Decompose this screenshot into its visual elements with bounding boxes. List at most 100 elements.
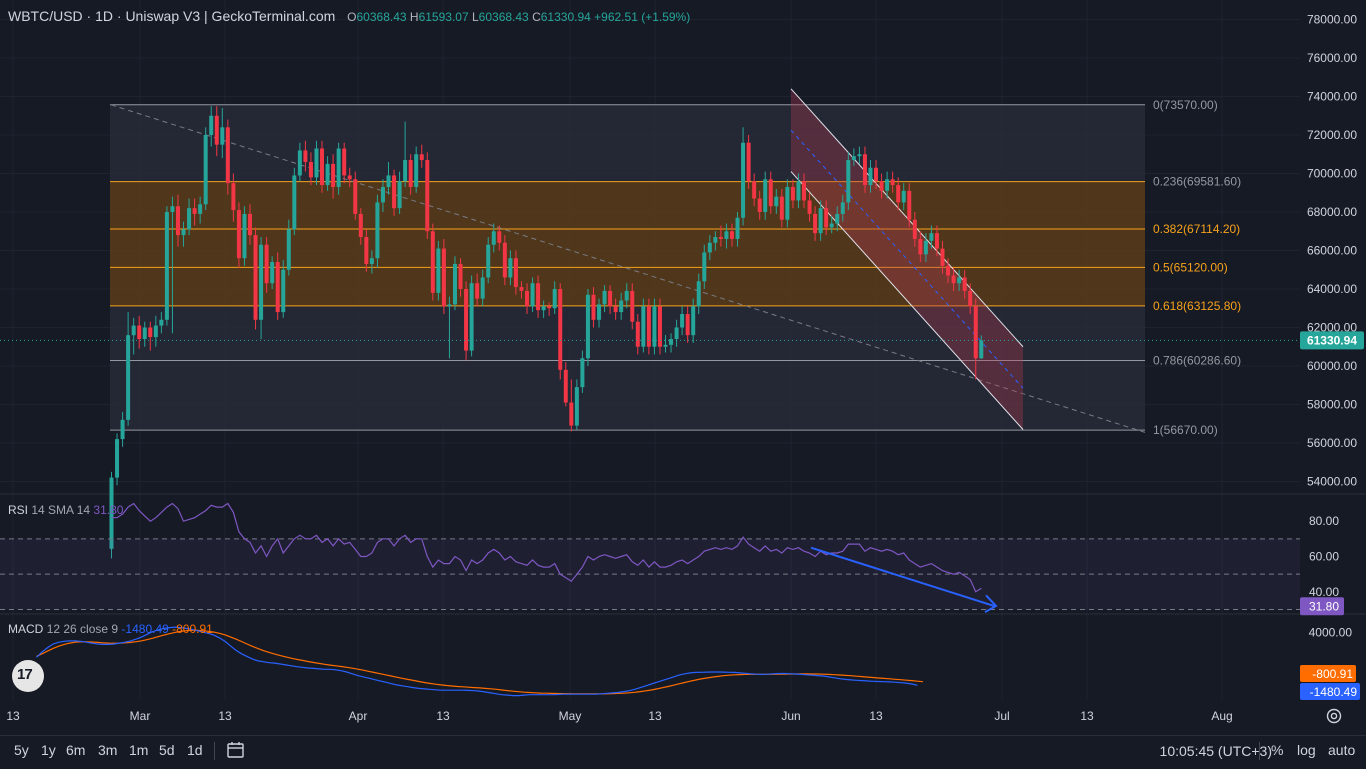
candle-body bbox=[358, 213, 363, 238]
candle-body bbox=[962, 277, 967, 291]
price-axis-label: 58000.00 bbox=[1307, 397, 1357, 411]
candle-body bbox=[187, 208, 192, 230]
candle-body bbox=[292, 175, 297, 230]
candle-body bbox=[464, 288, 469, 351]
fib-level-label: 0.618(63125.80) bbox=[1153, 299, 1241, 313]
candle-body bbox=[275, 262, 280, 313]
candle-body bbox=[619, 300, 624, 313]
log-scale-button[interactable]: log bbox=[1297, 742, 1316, 758]
bottom-toolbar: 5y 1y 6m 3m 1m 5d 1d 10:05:45 (UTC+3) % … bbox=[0, 735, 1366, 769]
candle-body bbox=[220, 127, 225, 145]
high-label: H bbox=[409, 10, 419, 24]
candle-body bbox=[569, 402, 574, 426]
rsi-legend[interactable]: RSI 14 SMA 14 31.80 bbox=[8, 503, 123, 517]
range-1y-button[interactable]: 1y bbox=[41, 742, 56, 758]
candle-body bbox=[264, 244, 269, 284]
candle-body bbox=[236, 210, 241, 259]
candle-body bbox=[846, 160, 851, 203]
clock-readout[interactable]: 10:05:45 (UTC+3) bbox=[1160, 743, 1272, 759]
candle-body bbox=[807, 200, 812, 214]
range-5y-button[interactable]: 5y bbox=[14, 742, 29, 758]
time-axis-label: 13 bbox=[869, 709, 883, 723]
percent-scale-button[interactable]: % bbox=[1271, 742, 1283, 758]
price-axis-label: 74000.00 bbox=[1307, 90, 1357, 104]
candle-body bbox=[757, 198, 762, 213]
price-axis-label: 64000.00 bbox=[1307, 282, 1357, 296]
macd-legend[interactable]: MACD 12 26 close 9 -1480.49 -800.91 bbox=[8, 622, 213, 636]
fib-level-label: 0.236(69581.60) bbox=[1153, 175, 1241, 189]
candle-body bbox=[802, 181, 806, 201]
last-price-label: 61330.94 bbox=[1307, 333, 1357, 347]
time-axis-label: 13 bbox=[436, 709, 450, 723]
auto-scale-button[interactable]: auto bbox=[1328, 742, 1355, 758]
price-axis-label: 54000.00 bbox=[1307, 474, 1357, 488]
candle-body bbox=[209, 115, 214, 136]
candle-body bbox=[403, 160, 408, 182]
candle-body bbox=[774, 196, 779, 207]
candle-body bbox=[835, 213, 840, 224]
candle-body bbox=[314, 148, 319, 178]
candle-body bbox=[392, 175, 397, 209]
tradingview-logo[interactable]: 17 bbox=[12, 660, 44, 692]
price-axis-label: 76000.00 bbox=[1307, 51, 1357, 65]
candle-body bbox=[696, 281, 701, 307]
macd-name: MACD bbox=[8, 622, 44, 636]
candle-body bbox=[890, 179, 895, 186]
candle-body bbox=[879, 181, 884, 191]
candle-body bbox=[386, 175, 391, 187]
candle-body bbox=[281, 269, 286, 313]
candle-body bbox=[929, 233, 934, 241]
candle-body bbox=[353, 179, 358, 214]
time-axis-label: May bbox=[559, 709, 582, 723]
rsi-axis-label: 40.00 bbox=[1309, 585, 1339, 599]
candle-body bbox=[525, 290, 529, 307]
candle-body bbox=[885, 179, 890, 191]
gear-icon[interactable] bbox=[1325, 707, 1343, 725]
candle-body bbox=[713, 237, 718, 243]
candle-body bbox=[923, 240, 928, 255]
candle-body bbox=[137, 325, 142, 340]
range-1d-button[interactable]: 1d bbox=[187, 742, 203, 758]
low-label: L bbox=[471, 10, 479, 24]
candle-body bbox=[574, 387, 579, 426]
candle-body bbox=[480, 277, 485, 299]
rsi-axis-label: 80.00 bbox=[1309, 514, 1339, 528]
candle-body bbox=[170, 206, 175, 213]
candle-body bbox=[907, 190, 912, 220]
candle-body bbox=[536, 283, 541, 311]
time-axis-label: Jul bbox=[994, 709, 1009, 723]
candle-body bbox=[702, 252, 707, 282]
candle-body bbox=[214, 115, 219, 145]
candle-body bbox=[164, 212, 169, 320]
candle-body bbox=[380, 186, 385, 203]
candle-body bbox=[508, 258, 513, 278]
range-5d-button[interactable]: 5d bbox=[159, 742, 175, 758]
candle-body bbox=[397, 181, 402, 209]
candle-body bbox=[680, 314, 685, 328]
macd-params: 12 26 close 9 bbox=[46, 622, 119, 636]
candle-body bbox=[331, 163, 336, 187]
rsi-value-label: 31.80 bbox=[1309, 599, 1339, 613]
range-6m-button[interactable]: 6m bbox=[66, 742, 85, 758]
change-value: +962.51 (+1.59%) bbox=[594, 10, 691, 24]
calendar-icon[interactable] bbox=[226, 740, 246, 760]
candle-body bbox=[369, 258, 374, 264]
candle-body bbox=[912, 219, 917, 239]
candle-body bbox=[735, 217, 740, 239]
candle-body bbox=[475, 283, 480, 299]
candle-body bbox=[724, 231, 729, 239]
range-1m-button[interactable]: 1m bbox=[129, 742, 148, 758]
candle-body bbox=[142, 327, 147, 340]
candle-body bbox=[934, 233, 939, 249]
candle-body bbox=[320, 148, 325, 186]
range-3m-button[interactable]: 3m bbox=[98, 742, 117, 758]
symbol-title[interactable]: WBTC/USD · 1D · Uniswap V3 | GeckoTermin… bbox=[8, 8, 335, 24]
candle-body bbox=[663, 344, 668, 347]
candle-body bbox=[763, 179, 768, 213]
signal-value-label: -800.91 bbox=[1312, 667, 1353, 681]
candle-body bbox=[502, 242, 507, 278]
macd-axis-label: 4000.00 bbox=[1309, 625, 1353, 639]
candle-body bbox=[585, 294, 590, 359]
toolbar-divider bbox=[214, 742, 215, 760]
candle-body bbox=[957, 277, 962, 284]
